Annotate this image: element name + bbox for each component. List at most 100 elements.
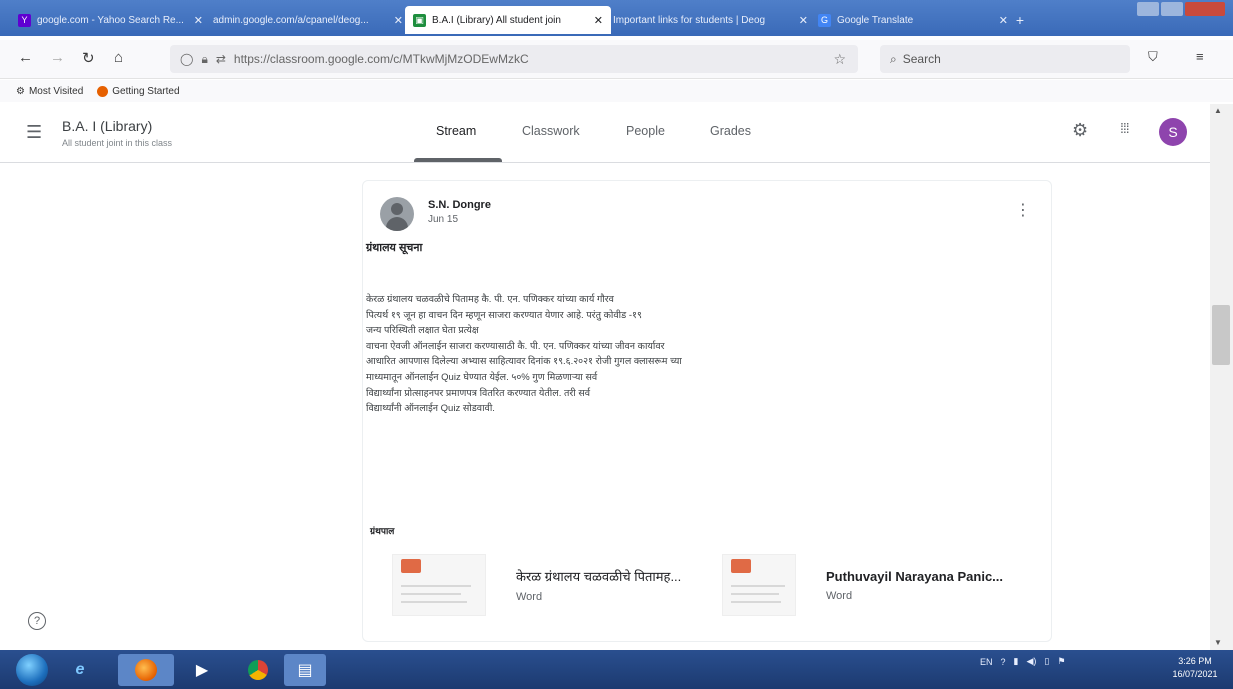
clock-date: 16/07/2021 bbox=[1172, 669, 1218, 679]
tab-people[interactable]: People bbox=[626, 124, 665, 138]
post-body-line: माध्यमातून ऑनलाईन Quiz घेण्यात येईल. ५०%… bbox=[366, 371, 598, 383]
taskbar-clock[interactable]: 3:26 PM 16/07/2021 bbox=[1163, 655, 1227, 681]
yahoo-icon: Y bbox=[18, 13, 31, 27]
post-body-line: आधारित आपणास दिलेल्या अभ्यास साहित्यावर … bbox=[366, 356, 682, 368]
scroll-up-arrow-icon[interactable]: ▲ bbox=[1214, 106, 1222, 115]
attachment-name: Puthuvayil Narayana Panic... bbox=[826, 568, 1004, 584]
search-bar[interactable]: ⌕ Search bbox=[880, 45, 1130, 73]
help-tray-icon[interactable]: ? bbox=[1001, 657, 1006, 667]
post-body: केरळ ग्रंथालय चळवळीचे पितामह कै. पी. एन.… bbox=[366, 292, 806, 417]
word-doc-thumbnail bbox=[722, 554, 796, 616]
author-avatar bbox=[380, 197, 414, 231]
windows-start-button[interactable] bbox=[16, 654, 48, 686]
post-body-line: विद्यार्थ्यांना प्रोत्साहनपर प्रमाणपत्र … bbox=[366, 387, 591, 399]
more-options-icon[interactable]: ⋮ bbox=[1015, 200, 1031, 220]
classroom-header: ☰ B.A. I (Library) All student joint in … bbox=[0, 104, 1210, 163]
post-body-line: वाचना ऐवजी ऑनलाईन साजरा करण्यासाठी कै. प… bbox=[366, 340, 665, 352]
account-avatar[interactable]: S bbox=[1159, 118, 1187, 146]
post-body-line: जन्य परिस्थिती लक्षात घेता प्रत्येक्ष bbox=[366, 325, 479, 337]
media-player-icon[interactable]: ▶ bbox=[184, 654, 220, 686]
attachment-card[interactable]: केरळ ग्रंथालय चळवळीचे पितामह... Word bbox=[392, 552, 712, 618]
word-doc-icon bbox=[401, 559, 421, 573]
help-question-icon[interactable]: ? bbox=[28, 612, 46, 630]
scrollbar-thumb[interactable] bbox=[1212, 305, 1230, 365]
search-icon: ⌕ bbox=[890, 51, 897, 66]
power-icon[interactable]: ▯ bbox=[1044, 656, 1049, 667]
scroll-down-arrow-icon[interactable]: ▼ bbox=[1214, 638, 1222, 647]
language-icon[interactable]: EN bbox=[980, 657, 993, 667]
settings-gear-icon[interactable]: ⚙ bbox=[1072, 120, 1088, 141]
ie-icon[interactable]: e bbox=[62, 654, 98, 686]
permissions-icon[interactable]: ⇄ bbox=[216, 52, 226, 66]
attachment-type: Word bbox=[826, 589, 853, 602]
hamburger-menu-icon[interactable]: ☰ bbox=[26, 122, 42, 143]
url-path: /c/MTkwMjMzODEwMzkC bbox=[389, 52, 529, 66]
close-icon[interactable]: ✕ bbox=[999, 14, 1008, 27]
window-close-button[interactable] bbox=[1185, 2, 1225, 16]
post-title: ग्रंथालय सूचना bbox=[366, 242, 423, 254]
bookmark-getting-started[interactable]: Getting Started bbox=[97, 85, 180, 97]
star-icon[interactable]: ☆ bbox=[833, 51, 846, 68]
firefox-icon[interactable] bbox=[118, 654, 174, 686]
tab-google-translate[interactable]: G Google Translate ✕ bbox=[810, 6, 1016, 34]
tab-title: Important links for students | Deog bbox=[613, 14, 766, 26]
post-body-line: विद्यार्थ्यांनी ऑनलाईन Quiz सोडवावी. bbox=[366, 403, 495, 415]
shield-icon[interactable]: ◯ bbox=[180, 52, 193, 66]
tab-classroom-active[interactable]: ▣ B.A.I (Library) All student join ✕ bbox=[405, 6, 611, 34]
back-arrow-icon[interactable]: ← bbox=[18, 49, 33, 66]
class-title[interactable]: B.A. I (Library) bbox=[62, 118, 152, 134]
close-icon[interactable]: ✕ bbox=[394, 14, 403, 27]
pocket-icon[interactable]: ⛉ bbox=[1148, 49, 1158, 65]
reload-icon[interactable]: ↻ bbox=[82, 49, 95, 67]
tab-admin-google[interactable]: admin.google.com/a/cpanel/deog... ✕ bbox=[205, 6, 411, 34]
system-tray: EN ? ▮ ◀) ▯ ⚑ bbox=[980, 656, 1065, 667]
browser-toolbar: ← → ↻ ⌂ ◯ 🔒︎ ⇄ https://classroom.google.… bbox=[0, 40, 1233, 79]
menu-icon[interactable]: ≡ bbox=[1196, 49, 1204, 64]
new-tab-button[interactable]: + bbox=[1008, 6, 1032, 34]
class-subtitle: All student joint in this class bbox=[62, 138, 173, 148]
window-controls bbox=[1137, 2, 1225, 16]
post-date: Jun 15 bbox=[428, 214, 459, 225]
bookmark-label: Getting Started bbox=[112, 85, 180, 97]
attachments-label: ग्रंथपाल bbox=[370, 526, 395, 536]
page-scrollbar[interactable] bbox=[1210, 104, 1233, 650]
network-icon[interactable]: ▮ bbox=[1014, 656, 1019, 667]
close-icon[interactable]: ✕ bbox=[594, 14, 603, 27]
tab-title: B.A.I (Library) All student join bbox=[432, 14, 561, 26]
lock-icon[interactable]: 🔒︎ bbox=[201, 52, 207, 67]
volume-icon[interactable]: ◀) bbox=[1026, 656, 1036, 667]
gear-icon: ⚙ bbox=[16, 85, 25, 97]
word-doc-icon bbox=[731, 559, 751, 573]
attachment-card[interactable]: Puthuvayil Narayana Panic... Word bbox=[722, 552, 1042, 618]
tab-title: google.com - Yahoo Search Re... bbox=[37, 14, 184, 26]
tab-yahoo-search[interactable]: Y google.com - Yahoo Search Re... ✕ bbox=[10, 6, 211, 34]
post-body-line: पित्यर्थ १९ जून हा वाचन दिन म्हणून साजरा… bbox=[366, 309, 642, 321]
tab-classwork[interactable]: Classwork bbox=[522, 124, 580, 138]
clock-time: 3:26 PM bbox=[1178, 656, 1212, 666]
maximize-button[interactable] bbox=[1161, 2, 1183, 16]
classroom-icon: ▣ bbox=[413, 13, 426, 27]
forward-arrow-icon[interactable]: → bbox=[50, 49, 65, 66]
tab-grades[interactable]: Grades bbox=[710, 124, 751, 138]
tab-important-links[interactable]: Important links for students | Deog ✕ bbox=[605, 6, 816, 34]
chrome-icon[interactable] bbox=[240, 654, 276, 686]
post-body-line: केरळ ग्रंथालय चळवळीचे पितामह कै. पी. एन.… bbox=[366, 294, 614, 305]
tab-stream[interactable]: Stream bbox=[436, 124, 476, 138]
office-icon[interactable]: ▤ bbox=[284, 654, 326, 686]
bookmark-most-visited[interactable]: ⚙ Most Visited bbox=[16, 86, 83, 97]
minimize-button[interactable] bbox=[1137, 2, 1159, 16]
firefox-icon bbox=[97, 85, 109, 97]
attachment-type: Word bbox=[516, 591, 543, 603]
close-icon[interactable]: ✕ bbox=[194, 14, 203, 27]
url-bar[interactable]: ◯ 🔒︎ ⇄ https://classroom.google.com/c/MT… bbox=[170, 45, 858, 73]
close-icon[interactable]: ✕ bbox=[799, 14, 808, 27]
apps-grid-icon[interactable]: ⁞⁞⁞ bbox=[1120, 120, 1130, 136]
tab-title: Google Translate bbox=[837, 14, 914, 26]
person-icon-body bbox=[386, 217, 408, 231]
translate-icon: G bbox=[818, 13, 831, 27]
flag-icon[interactable]: ⚑ bbox=[1057, 656, 1065, 667]
browser-tab-strip: Y google.com - Yahoo Search Re... ✕ admi… bbox=[0, 0, 1233, 36]
active-tab-indicator bbox=[414, 158, 502, 162]
person-icon-head bbox=[391, 203, 403, 215]
home-icon[interactable]: ⌂ bbox=[114, 49, 123, 66]
